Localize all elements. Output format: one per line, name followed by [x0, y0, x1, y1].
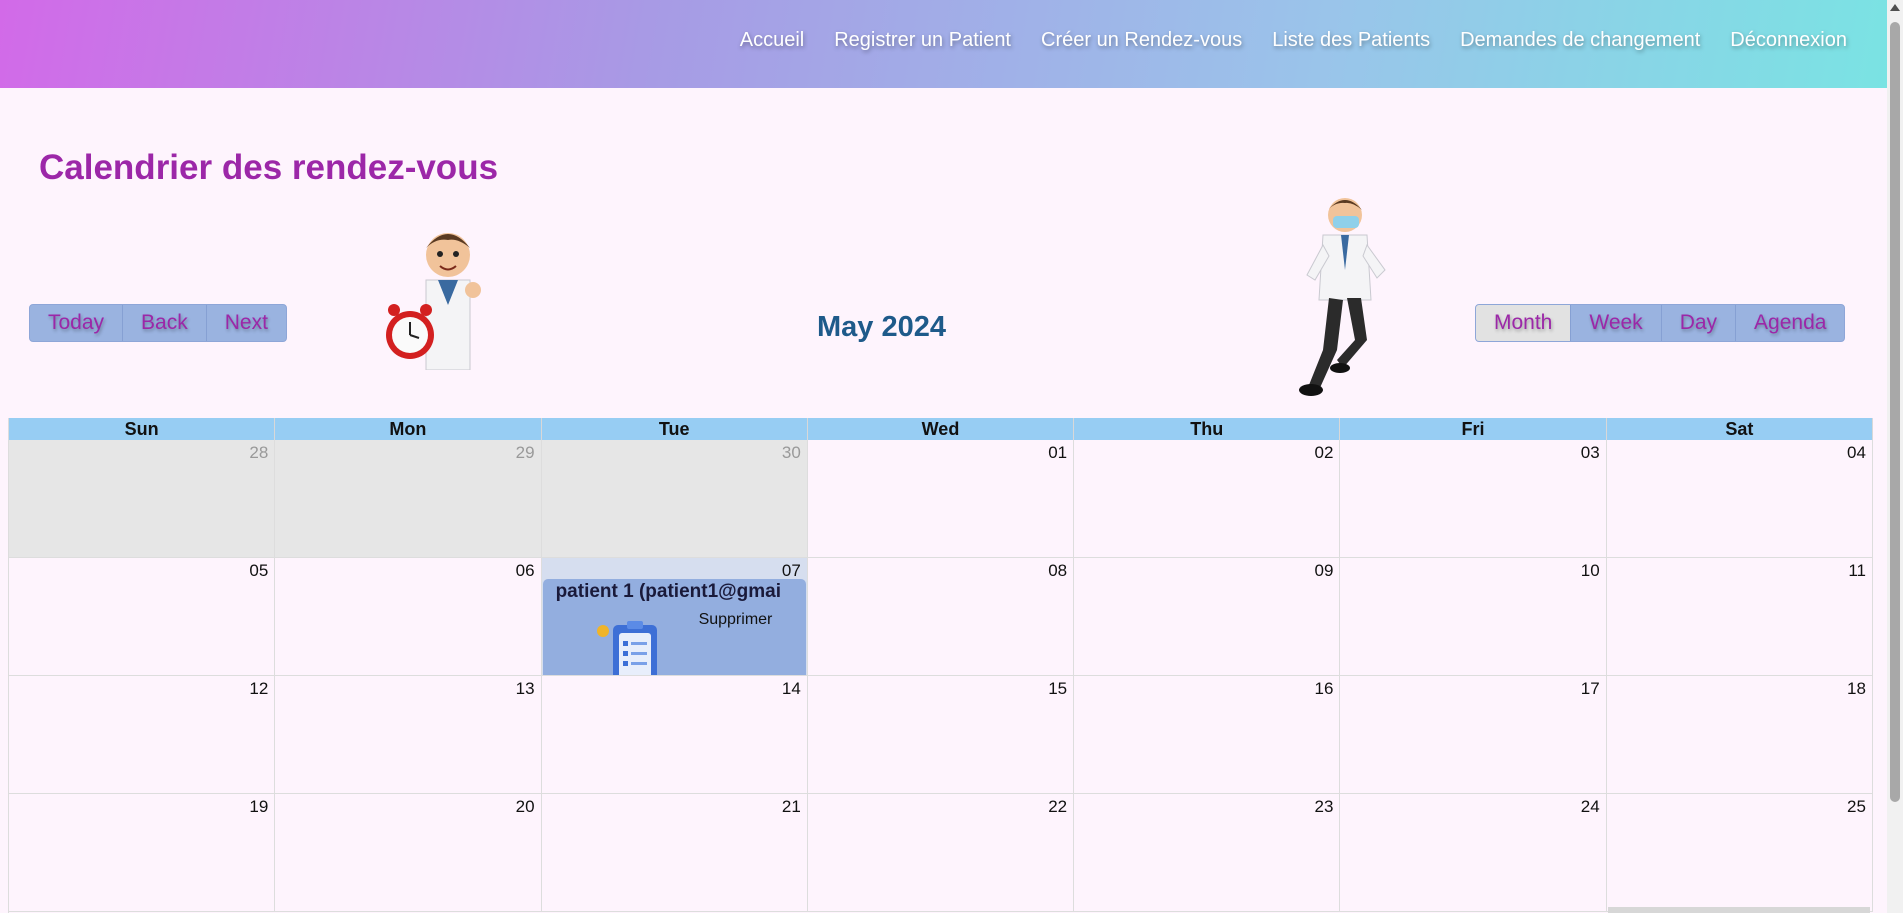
date-number[interactable]: 07 [782, 561, 801, 581]
scrollbar-thumb[interactable] [1890, 22, 1900, 802]
day-cell-today[interactable]: 07 patient 1 (patient1@gmai Supprimer [541, 558, 808, 675]
date-number[interactable]: 30 [782, 443, 801, 463]
day-cell[interactable]: 28 [9, 440, 276, 557]
day-cell[interactable]: 21 [542, 794, 808, 911]
page-scrollbar[interactable] [1887, 0, 1903, 913]
date-number[interactable]: 14 [782, 679, 801, 699]
appointment-event[interactable]: patient 1 (patient1@gmai Supprimer [542, 579, 806, 675]
date-number[interactable]: 08 [1048, 561, 1067, 581]
weekday-header: Sat [1607, 418, 1873, 440]
today-button[interactable]: Today [30, 305, 124, 341]
date-number[interactable]: 10 [1581, 561, 1600, 581]
date-number[interactable]: 22 [1048, 797, 1067, 817]
day-cell[interactable]: 05 [9, 558, 276, 675]
date-number[interactable]: 01 [1048, 443, 1067, 463]
day-cell[interactable]: 11 [1607, 558, 1873, 675]
nav-accueil-link[interactable]: Accueil [740, 29, 804, 52]
date-number[interactable]: 29 [516, 443, 535, 463]
day-cell[interactable]: 08 [808, 558, 1075, 675]
date-number[interactable]: 04 [1847, 443, 1866, 463]
nav-register-patient-link[interactable]: Registrer un Patient [834, 29, 1011, 52]
day-view-button[interactable]: Day [1662, 305, 1737, 341]
date-number[interactable]: 20 [516, 797, 535, 817]
nav-logout-link[interactable]: Déconnexion [1730, 29, 1847, 52]
date-number[interactable]: 03 [1581, 443, 1600, 463]
date-number[interactable]: 12 [249, 679, 268, 699]
day-cell[interactable]: 01 [808, 440, 1075, 557]
top-navigation-bar: Accueil Registrer un Patient Créer un Re… [0, 0, 1887, 88]
day-cell[interactable]: 29 [275, 440, 542, 557]
date-number[interactable]: 28 [249, 443, 268, 463]
event-title: patient 1 (patient1@gmai [555, 581, 782, 602]
day-cell[interactable]: 23 [1074, 794, 1341, 911]
date-number[interactable]: 09 [1314, 561, 1333, 581]
day-cell[interactable]: 30 [541, 440, 808, 557]
day-cell[interactable]: 13 [275, 676, 542, 793]
main-nav: Accueil Registrer un Patient Créer un Re… [740, 29, 1847, 52]
day-cell[interactable]: 24 [1340, 794, 1607, 911]
week-row: 12 13 14 15 16 17 18 [9, 676, 1873, 794]
month-calendar: Sun Mon Tue Wed Thu Fri Sat 28 29 30 01 … [8, 418, 1873, 913]
calendar-nav-buttons: Today Back Next [29, 304, 287, 342]
weekday-header: Mon [275, 418, 542, 440]
weekday-header: Fri [1340, 418, 1607, 440]
day-cell[interactable]: 06 [275, 558, 542, 675]
nav-change-requests-link[interactable]: Demandes de changement [1460, 29, 1700, 52]
date-number[interactable]: 24 [1581, 797, 1600, 817]
day-cell[interactable]: 18 [1607, 676, 1873, 793]
date-number[interactable]: 25 [1847, 797, 1866, 817]
day-cell[interactable]: 09 [1074, 558, 1341, 675]
clipboard-icon [596, 621, 657, 675]
day-cell[interactable]: 25 [1607, 794, 1873, 911]
day-cell[interactable]: 19 [9, 794, 276, 911]
weekday-header-row: Sun Mon Tue Wed Thu Fri Sat [9, 418, 1873, 440]
date-number[interactable]: 23 [1314, 797, 1333, 817]
week-view-button[interactable]: Week [1571, 305, 1662, 341]
weekday-header: Sun [9, 418, 276, 440]
day-cell[interactable]: 17 [1340, 676, 1607, 793]
date-number[interactable]: 05 [249, 561, 268, 581]
date-number[interactable]: 02 [1314, 443, 1333, 463]
date-number[interactable]: 15 [1048, 679, 1067, 699]
day-cell[interactable]: 12 [9, 676, 276, 793]
calendar-view-buttons: Month Week Day Agenda [1475, 304, 1846, 342]
page-title: Calendrier des rendez-vous [39, 148, 499, 187]
day-cell[interactable]: 22 [808, 794, 1075, 911]
day-cell[interactable]: 20 [275, 794, 542, 911]
date-number[interactable]: 16 [1314, 679, 1333, 699]
nav-create-appointment-link[interactable]: Créer un Rendez-vous [1041, 29, 1242, 52]
delete-event-button[interactable]: Supprimer [699, 611, 773, 629]
day-cell[interactable]: 04 [1607, 440, 1873, 557]
date-number[interactable]: 13 [516, 679, 535, 699]
date-number[interactable]: 21 [782, 797, 801, 817]
week-row: 19 20 21 22 23 24 25 [9, 794, 1873, 912]
day-cell[interactable]: 15 [808, 676, 1075, 793]
running-doctor-illustration [1299, 198, 1386, 396]
week-row: 28 29 30 01 02 03 04 [9, 440, 1873, 558]
date-number[interactable]: 19 [249, 797, 268, 817]
scroll-up-arrow-icon[interactable] [1890, 4, 1900, 11]
current-month-label: May 2024 [817, 311, 946, 343]
back-button[interactable]: Back [123, 305, 207, 341]
date-number[interactable]: 17 [1581, 679, 1600, 699]
date-number[interactable]: 06 [516, 561, 535, 581]
weekday-header: Thu [1074, 418, 1341, 440]
doctor-with-clock-illustration [386, 233, 481, 370]
date-number[interactable]: 11 [1848, 561, 1866, 581]
day-cell[interactable]: 10 [1340, 558, 1607, 675]
day-cell[interactable]: 16 [1074, 676, 1341, 793]
day-cell[interactable]: 03 [1340, 440, 1607, 557]
month-view-button[interactable]: Month [1476, 305, 1572, 341]
overflow-row-edge [1608, 907, 1870, 913]
date-number[interactable]: 18 [1847, 679, 1866, 699]
week-row: 05 06 07 patient 1 (patient1@gmai Suppri… [9, 558, 1873, 676]
day-cell[interactable]: 02 [1074, 440, 1341, 557]
nav-patient-list-link[interactable]: Liste des Patients [1272, 29, 1430, 52]
agenda-view-button[interactable]: Agenda [1736, 305, 1844, 341]
weekday-header: Wed [808, 418, 1075, 440]
weekday-header: Tue [542, 418, 808, 440]
day-cell[interactable]: 14 [542, 676, 808, 793]
next-button[interactable]: Next [207, 305, 286, 341]
